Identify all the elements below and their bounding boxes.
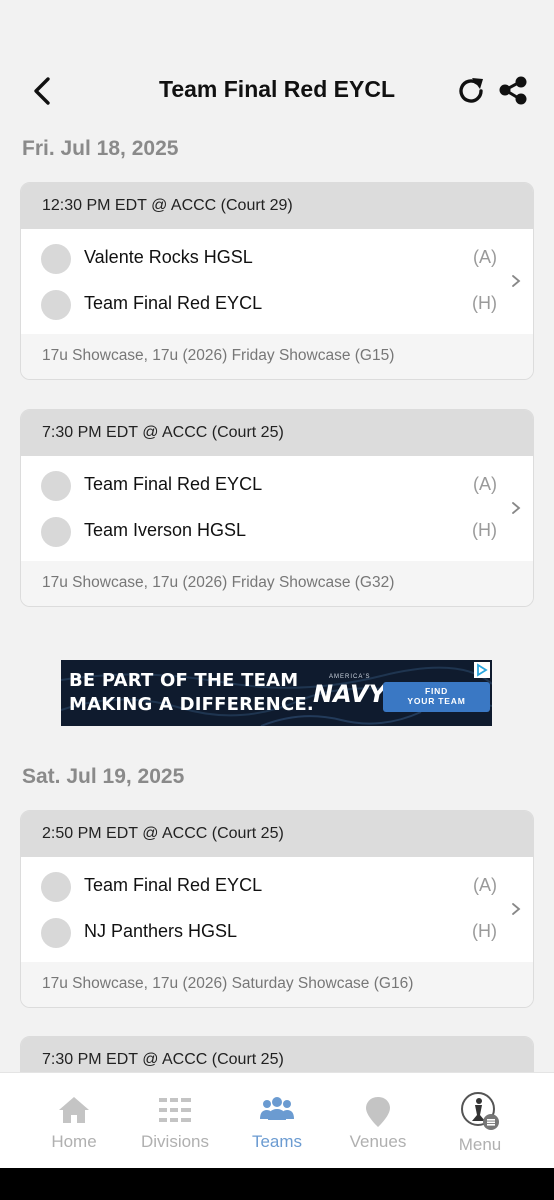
team-row: Valente Rocks HGSL (A) (21, 236, 533, 281)
game-division: 17u Showcase, 17u (2026) Friday Showcase… (21, 334, 533, 379)
team-row: NJ Panthers HGSL (H) (21, 910, 533, 955)
ad-headline-line2: MAKING A DIFFERENCE. (69, 694, 314, 715)
game-teams: Valente Rocks HGSL (A) Team Final Red EY… (21, 229, 533, 334)
date-heading: Fri. Jul 18, 2025 (22, 137, 179, 160)
team-side: (A) (473, 875, 497, 895)
game-time-venue: 12:30 PM EDT @ ACCC (Court 29) (21, 183, 533, 229)
adchoices-icon[interactable] (474, 662, 490, 678)
share-icon (499, 76, 527, 105)
system-nav-bar (0, 1168, 554, 1200)
tab-venues[interactable]: Venues (328, 1073, 428, 1169)
team-logo (41, 471, 71, 501)
people-icon (260, 1097, 294, 1120)
team-side: (H) (472, 520, 497, 540)
chevron-right-icon (512, 502, 521, 514)
game-division: 17u Showcase, 17u (2026) Saturday Showca… (21, 962, 533, 1007)
ad-cta-line2: YOUR TEAM (407, 696, 466, 706)
team-side: (A) (473, 474, 497, 494)
date-heading: Sat. Jul 19, 2025 (22, 765, 185, 788)
tab-label: Teams (251, 1132, 303, 1151)
team-side: (A) (473, 247, 497, 267)
game-time-venue: 7:30 PM EDT @ ACCC (Court 25) (21, 410, 533, 456)
game-teams: Team Final Red EYCL (A) NJ Panthers HGSL… (21, 857, 533, 962)
team-logo (41, 290, 71, 320)
ad-cta-button[interactable]: FIND YOUR TEAM (383, 682, 490, 712)
team-side: (H) (472, 293, 497, 313)
team-name: Valente Rocks HGSL (84, 247, 253, 267)
team-logo (41, 244, 71, 274)
refresh-button[interactable] (455, 74, 489, 108)
team-row: Team Final Red EYCL (A) (21, 463, 533, 508)
list-icon (159, 1098, 191, 1122)
chevron-right-icon (512, 903, 521, 915)
team-logo (41, 517, 71, 547)
refresh-icon (459, 78, 483, 103)
share-button[interactable] (496, 74, 530, 108)
team-name: NJ Panthers HGSL (84, 921, 238, 941)
game-card[interactable]: 2:50 PM EDT @ ACCC (Court 25) Team Final… (20, 810, 534, 1008)
tab-home[interactable]: Home (24, 1073, 124, 1169)
tab-divisions[interactable]: Divisions (125, 1073, 225, 1169)
game-teams: Team Final Red EYCL (A) Team Iverson HGS… (21, 456, 533, 561)
ad-headline-line1: BE PART OF THE TEAM (69, 670, 299, 691)
team-name: Team Final Red EYCL (84, 474, 263, 494)
team-row: Team Iverson HGSL (H) (21, 509, 533, 554)
game-time-venue: 2:50 PM EDT @ ACCC (Court 25) (21, 811, 533, 857)
ad-banner[interactable]: BE PART OF THE TEAM MAKING A DIFFERENCE.… (61, 660, 492, 726)
game-card[interactable]: 12:30 PM EDT @ ACCC (Court 29) Valente R… (20, 182, 534, 380)
bottom-tab-bar: Home Divisions Teams Venues Menu (0, 1072, 554, 1168)
tab-label: Divisions (140, 1132, 210, 1151)
ad-cta-line1: FIND (424, 686, 449, 696)
app-header: Team Final Red EYCL (0, 0, 554, 130)
team-name: Team Final Red EYCL (84, 293, 263, 313)
location-pin-icon (366, 1097, 390, 1127)
chevron-right-icon (512, 275, 521, 287)
team-name: Team Final Red EYCL (84, 875, 263, 895)
tab-label: Venues (349, 1132, 407, 1151)
game-card[interactable]: 7:30 PM EDT @ ACCC (Court 25) Team Final… (20, 409, 534, 607)
menu-avatar-icon (461, 1092, 499, 1130)
team-logo (41, 918, 71, 948)
tab-label: Home (51, 1132, 97, 1151)
team-row: Team Final Red EYCL (H) (21, 282, 533, 327)
tab-menu[interactable]: Menu (430, 1073, 530, 1169)
team-side: (H) (472, 921, 497, 941)
home-icon (59, 1097, 89, 1123)
team-row: Team Final Red EYCL (A) (21, 864, 533, 909)
game-division: 17u Showcase, 17u (2026) Friday Showcase… (21, 561, 533, 606)
tab-teams[interactable]: Teams (227, 1073, 327, 1169)
team-logo (41, 872, 71, 902)
tab-label: Menu (458, 1135, 502, 1154)
ad-brand: NAVY (313, 680, 386, 708)
team-name: Team Iverson HGSL (84, 520, 247, 540)
